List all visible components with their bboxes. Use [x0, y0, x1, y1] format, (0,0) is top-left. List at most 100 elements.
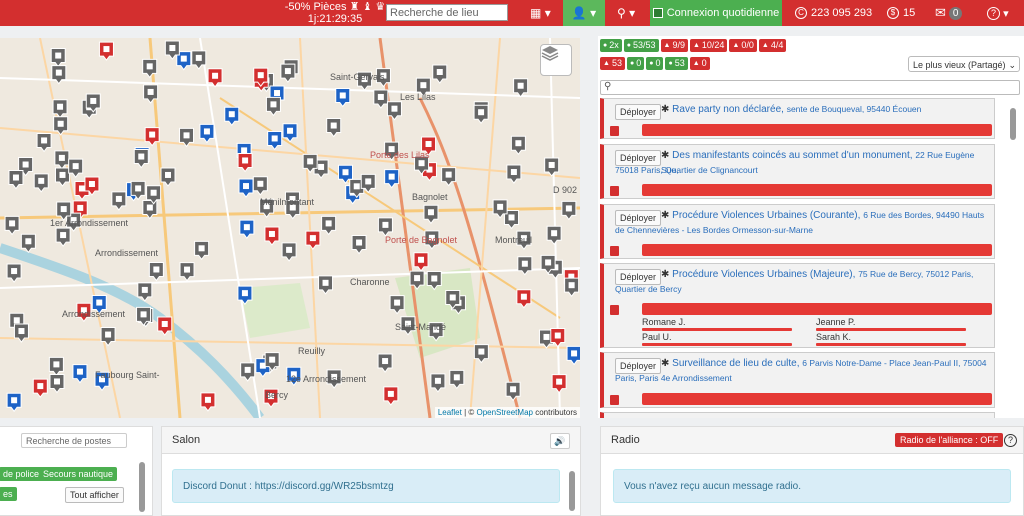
building-icon	[105, 331, 112, 338]
mission-filter-button[interactable]: ▲ 4/4	[758, 39, 787, 52]
building-icon	[521, 260, 528, 267]
building-icon	[510, 169, 517, 176]
help-menu-button[interactable]: ? ▾	[987, 0, 1009, 26]
mission-filter-button[interactable]: ● 53	[665, 57, 688, 70]
building-icon	[72, 163, 79, 170]
mission-title-link[interactable]: ✱ Rave party non déclarée, sente de Bouq…	[661, 102, 991, 117]
mission-progress-bar	[642, 184, 992, 196]
buildings-panel: Recherche de postes de police Secours na…	[0, 426, 153, 516]
building-icon	[307, 158, 314, 165]
building-icon	[353, 183, 360, 190]
mission-address2: Paris, Paris 4e Arrondissement	[615, 373, 732, 383]
help-icon[interactable]: ?	[1004, 434, 1017, 447]
building-search-input[interactable]: Recherche de postes	[21, 433, 127, 448]
mission-filter-button[interactable]: ▲ 10/24	[689, 39, 728, 52]
filter-icon: ▲	[603, 60, 610, 67]
show-all-button[interactable]: Tout afficher	[65, 487, 124, 503]
building-icon	[41, 137, 48, 144]
building-icon	[517, 82, 524, 89]
filter-count: 10/24	[701, 40, 725, 50]
location-search-input[interactable]: Recherche de lieu	[386, 4, 508, 21]
mission-filter-button[interactable]: ▲ 53	[600, 57, 625, 70]
alliance-radio-toggle[interactable]: Radio de l'alliance : OFF	[895, 433, 1004, 447]
chat-scrollbar[interactable]	[569, 471, 575, 511]
unit-name[interactable]: Paul U.	[642, 332, 672, 342]
buildings-scrollbar[interactable]	[139, 462, 145, 512]
building-icon	[18, 328, 25, 335]
mission-list-scrollbar[interactable]	[1010, 108, 1016, 140]
messages-button[interactable]: ✉ 0	[935, 0, 963, 26]
filter-icon: ▲	[732, 42, 740, 49]
coins-display[interactable]: $ 15	[887, 0, 915, 26]
building-icon	[271, 135, 278, 142]
map-place-label: Saint-Mandé	[395, 322, 446, 332]
caret-down-icon: ▾	[544, 6, 551, 20]
mission-filters-row2: ▲ 53 ● 0 ● 0 ● 53 ▲ 0	[600, 57, 710, 70]
leaflet-link[interactable]: Leaflet	[438, 408, 462, 417]
map-view[interactable]: ClignancourtPorte de la ChapelleSaint-Ge…	[0, 38, 580, 418]
mission-filter-button[interactable]: ● 53/53	[623, 39, 659, 52]
filter-police-tag[interactable]: de police	[0, 467, 44, 481]
unit-name[interactable]: Romane J.	[642, 317, 686, 327]
mission-title-link[interactable]: ✱ Procédure Violences Urbaines (Majeure)…	[661, 267, 991, 282]
attribution-separator: | ©	[461, 408, 477, 417]
unit-name[interactable]: Sarah K.	[816, 332, 851, 342]
filter-count: 9/9	[672, 40, 685, 50]
sound-toggle-button[interactable]: 🔊	[550, 433, 570, 449]
layers-control-button[interactable]	[540, 44, 572, 76]
map-canvas[interactable]: ClignancourtPorte de la ChapelleSaint-Ge…	[0, 38, 580, 418]
mission-title-link[interactable]: ✱ Surveillance de lieu de culte, 6 Parvi…	[661, 356, 991, 371]
building-icon	[38, 177, 45, 184]
building-icon	[96, 299, 103, 306]
promo-banner[interactable]: -50% Pièces ♜ ♝ ♛ 1j:21:29:35	[265, 0, 405, 26]
filter-count: 0	[636, 58, 642, 68]
filter-misc-tag[interactable]: es	[0, 487, 17, 501]
asterisk-icon: ✱	[661, 150, 670, 161]
filter-nautique-tag[interactable]: Secours nautique	[39, 467, 118, 481]
building-icon	[387, 390, 394, 397]
osm-link[interactable]: OpenStreetMap	[476, 408, 532, 417]
building-icon	[153, 266, 160, 273]
mission-search-input[interactable]: ⚲	[600, 80, 1020, 95]
credits-display[interactable]: C 223 095 293	[795, 0, 872, 26]
filter-count: 0	[655, 58, 661, 68]
building-icon	[309, 235, 316, 242]
sort-value: Le plus vieux (Partagé)	[913, 60, 1006, 70]
asterisk-icon: ✱	[661, 358, 670, 369]
gift-icon: ♜ ♝ ♛	[349, 1, 386, 13]
mission-address2: Quartier de Bercy	[615, 284, 682, 294]
mission-type-icon	[610, 395, 619, 405]
mission-filter-button[interactable]: ● 2x	[600, 39, 622, 52]
mission-filter-button[interactable]: ▲ 0	[689, 57, 710, 70]
calendar-menu-button[interactable]: ▦ ▾	[530, 0, 551, 26]
building-icon	[76, 368, 83, 375]
mission-address: 6 Rue des Bordes, 94490 Hauts	[863, 210, 985, 220]
mission-filter-button[interactable]: ● 0	[626, 57, 645, 70]
mission-address-line2: de Chennevières - Les Bordes Ormesson-su…	[615, 223, 813, 238]
alliance-menu-button[interactable]: ⚲ ▾	[617, 0, 635, 26]
building-icon	[418, 256, 425, 263]
mission-card: Déployer ✱ Procédure Violences Urbaines …	[600, 263, 995, 348]
mission-filter-button[interactable]: ▲ 9/9	[660, 39, 688, 52]
filter-count: 53	[611, 58, 622, 68]
building-icon	[55, 52, 62, 59]
building-icon	[287, 127, 294, 134]
profile-menu-button[interactable]: 👤 ▾	[563, 0, 605, 26]
mission-filter-button[interactable]: ● 0	[646, 57, 664, 70]
mission-title-link[interactable]: ✱ Procédure Violences Urbaines (Courante…	[661, 208, 991, 223]
unit-name[interactable]: Jeanne P.	[816, 317, 855, 327]
envelope-icon: ✉	[935, 5, 946, 20]
map-place-label: Charonne	[350, 277, 390, 287]
mission-address: 75 Rue de Bercy, 75012 Paris,	[858, 269, 974, 279]
mission-filter-button[interactable]: ▲ 0/0	[729, 39, 757, 52]
mission-title: Procédure Violences Urbaines (Majeure),	[672, 269, 856, 280]
building-icon	[420, 82, 427, 89]
deploy-button[interactable]: Déployer	[615, 104, 662, 120]
building-icon	[322, 279, 329, 286]
building-icon	[161, 320, 168, 327]
building-icon	[88, 181, 95, 187]
daily-login-button[interactable]: Connexion quotidienne	[650, 0, 782, 26]
mission-sort-select[interactable]: Le plus vieux (Partagé) ⌄	[908, 56, 1020, 72]
mission-address2: de Chennevières - Les Bordes Ormesson-su…	[615, 225, 813, 235]
building-icon	[356, 239, 363, 246]
